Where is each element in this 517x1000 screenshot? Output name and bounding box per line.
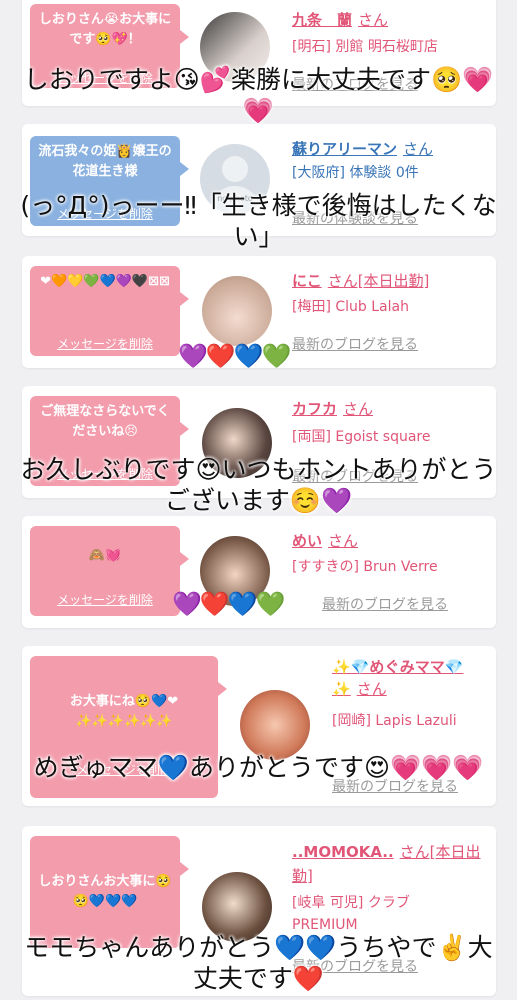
sender-name[interactable]: めい さん [292, 530, 358, 551]
sender-name[interactable]: カフカ さん [292, 398, 373, 419]
message-text: ❤🧡💛💚💙💜🖤⊠⊠ [40, 274, 170, 289]
overlay-caption: お久しぶりです😍いつもホントありがとうございます☺️💜 [20, 455, 497, 515]
honorific: さん [403, 140, 434, 158]
area-shop[interactable]: [岐阜 可児] クラブPREMIUM [292, 892, 472, 936]
message-bubble: 🙈💓 メッセージを削除 [30, 526, 189, 616]
message-text: しおりさん😭お大事にです🥺💖！ [38, 12, 172, 47]
person-silhouette-icon [222, 156, 248, 182]
message-text: 流石我々の姫👸嬢王の花道生き様 [38, 144, 172, 179]
area-shop[interactable]: [大阪府] 体験談 0件 [292, 162, 492, 184]
latest-blog-link[interactable]: 最新のブログを見る [322, 594, 448, 614]
honorific: さん [343, 400, 374, 418]
delete-message-link[interactable]: メッセージを削除 [30, 590, 180, 610]
area-shop[interactable]: [明石] 別館 明石桜町店 [292, 36, 492, 58]
area-shop[interactable]: [梅田] Club Lalah [292, 296, 492, 318]
area-shop[interactable]: [すすきの] Brun Verre [292, 556, 492, 578]
honorific: さん[本日出勤] [327, 272, 430, 290]
sender-name[interactable]: ✨💎めぐみママ💎✨ さん [332, 656, 482, 700]
honorific: さん [358, 11, 389, 29]
sender-name[interactable]: 蘇りアリーマン さん [292, 138, 433, 159]
avatar[interactable] [240, 690, 310, 760]
message-text: しおりさんお大事に🥺🥺💙💙💙 [38, 874, 172, 909]
sender-name[interactable]: ..MOMOKA.. さん[本日出勤] [292, 840, 482, 888]
area-shop[interactable]: [両国] Egoist square [292, 426, 492, 448]
honorific: さん [356, 680, 387, 698]
delete-message-link[interactable]: メッセージを削除 [30, 334, 180, 354]
overlay-caption: めぎゅママ💙ありがとうです😍💗💗💗 [33, 753, 484, 782]
hearts-row: 💜❤️💙💚 [172, 590, 286, 618]
area-shop[interactable]: [岡崎] Lapis Lazuli [332, 710, 462, 732]
sender-name[interactable]: にこ さん[本日出勤] [292, 270, 429, 291]
message-bubble: ❤🧡💛💚💙💜🖤⊠⊠ メッセージを削除 [30, 266, 189, 356]
overlay-caption: しおりですよ😘💕楽勝に大丈夫です🥺💗💗 [23, 65, 494, 125]
hearts-row: 💜❤️💙💚 [178, 342, 292, 370]
message-text: ご無理なさらないでくださいね😣 [40, 404, 170, 439]
overlay-caption: モモちゃんありがとう💙💙うちやで✌️大丈夫です❤️ [24, 933, 493, 993]
honorific: さん [328, 532, 359, 550]
message-text: お大事にね🥺💙❤✨✨✨✨✨✨ [69, 694, 179, 729]
message-text: 🙈💓 [88, 548, 122, 563]
overlay-caption: (っ°Д°)っーー‼︎「生き様で後悔はしたくない」 [20, 191, 497, 251]
latest-blog-link[interactable]: 最新のブログを見る [292, 334, 418, 354]
sender-name[interactable]: 九条 蘭さん [292, 9, 388, 30]
avatar[interactable] [202, 276, 272, 346]
